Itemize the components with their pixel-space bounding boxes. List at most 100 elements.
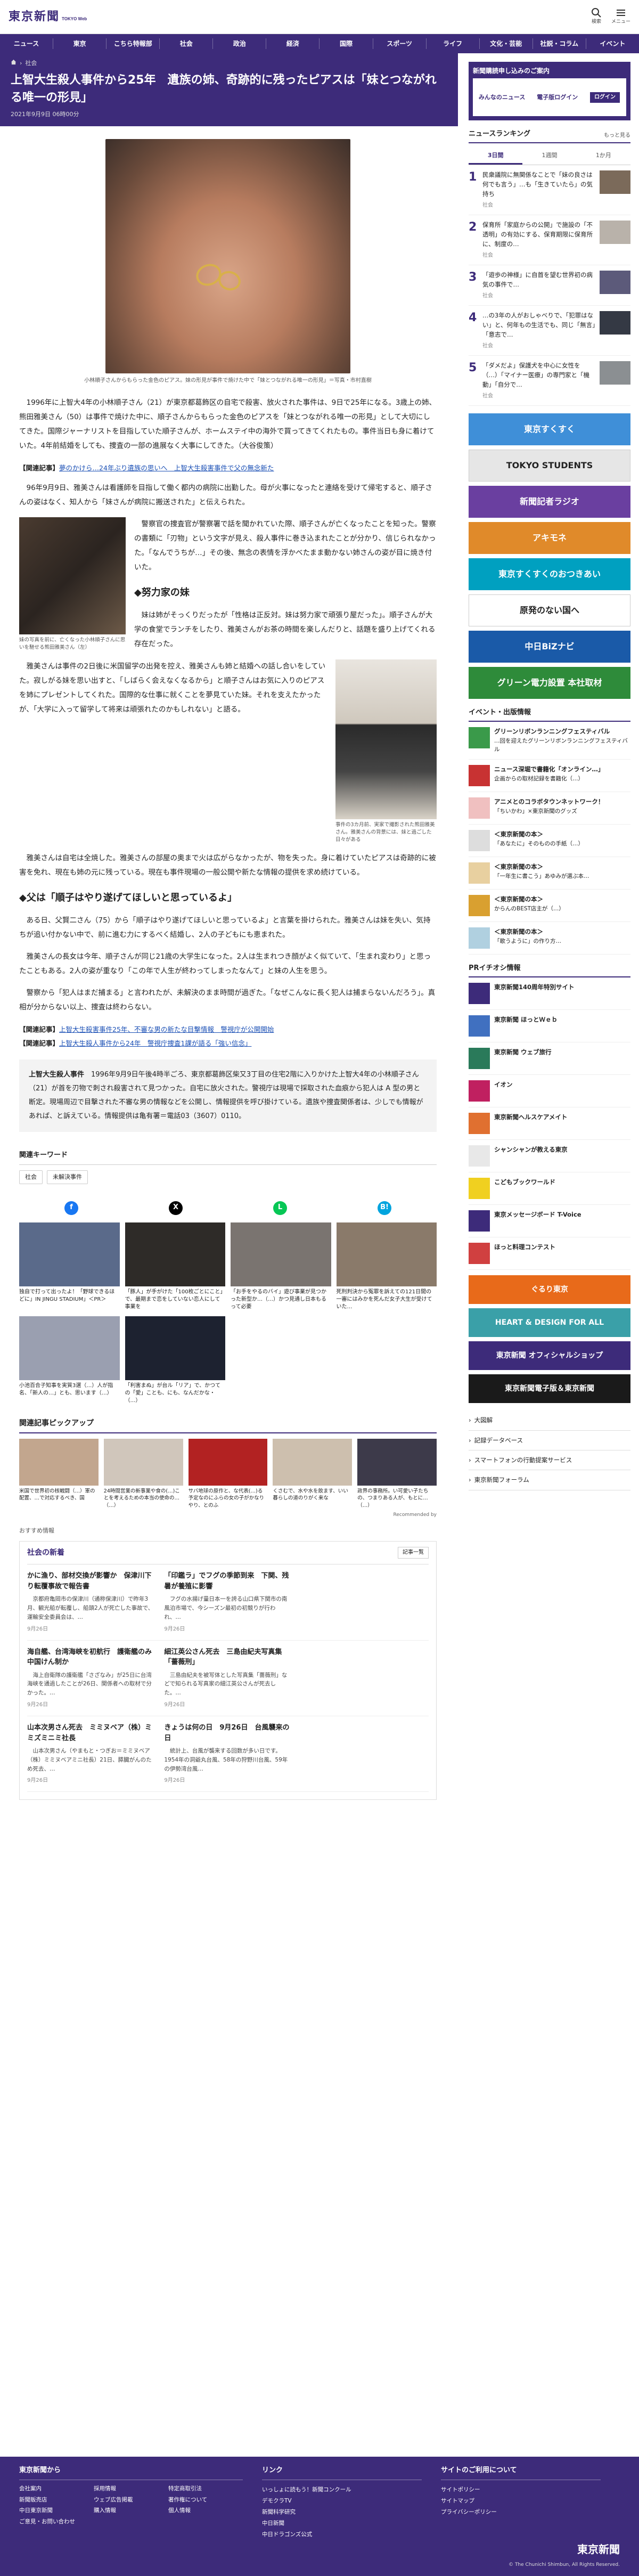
society-item[interactable]: 「印鑑ラ」でフグの季節到来 下関、残暑が養殖に影響 フグの水揚げ量日本一を誇る山… (164, 1571, 291, 1633)
figure-right-image[interactable] (335, 659, 437, 819)
footer-link[interactable]: 個人情報 (168, 2506, 237, 2515)
nav-item[interactable]: 文化・芸能 (480, 38, 533, 49)
pickup-item[interactable]: 24時間営業の新事業や食の(…)ことを考えるための本当の使命の…（…） (103, 1439, 183, 1509)
ranking-item[interactable]: 2 保育所「家庭からの公開」で施設の「不透明」の有効にする、保育期限に保育所に、制… (469, 215, 630, 266)
line-share-icon[interactable]: L (273, 1201, 287, 1215)
nav-item[interactable]: イベント (586, 38, 639, 49)
society-more-button[interactable]: 記事一覧 (398, 1547, 429, 1559)
tab-3days[interactable]: 3日間 (469, 148, 523, 165)
footer-link[interactable]: プライバシーポリシー (441, 2507, 601, 2518)
pickup-item[interactable]: 政界の事務所。い可愛い子たちの、つまりある人が、もとに…（…） (357, 1439, 437, 1509)
nav-item[interactable]: 社会 (160, 38, 214, 49)
society-item[interactable]: かに漁り、部材交換が影響か 保津川下り転覆事故で報告書 京都府亀岡市の保津川（通… (27, 1571, 154, 1633)
footer-link[interactable]: 採用情報 (94, 2484, 163, 2493)
footer-link[interactable]: サイトマップ (441, 2496, 601, 2507)
footer-link[interactable]: ご意見・お問い合わせ (19, 2517, 88, 2526)
figure-left-image[interactable] (19, 517, 126, 635)
event-item[interactable]: ＜東京新聞の本＞ 「あなたに」そのものの手紙（…） (469, 825, 630, 858)
footer-link[interactable]: ウェブ広告掲載 (94, 2496, 163, 2505)
footer-logo[interactable]: 東京新聞 (577, 2541, 620, 2558)
sidebar-banner[interactable]: TOKYO STUDENTS (469, 450, 630, 482)
ranking-item[interactable]: 3 「遊歩の神様」に自首を望む世界初の病気の事件で… 社会 (469, 265, 630, 306)
tab-1week[interactable]: 1週間 (522, 148, 576, 165)
main-photo[interactable] (105, 139, 350, 374)
footer-link[interactable]: 新聞科学研究 (262, 2507, 422, 2518)
login-button[interactable]: ログイン (589, 91, 621, 103)
event-item[interactable]: ＜東京新聞の本＞ からんのBEST店主が（…） (469, 890, 630, 923)
pr-item[interactable]: 東京メッセージボード T-Voice (469, 1205, 630, 1238)
sidebar-banner[interactable]: アキモネ (469, 522, 630, 555)
breadcrumb-item[interactable]: 社会 (25, 59, 37, 68)
pr-item[interactable]: シャンシャンが教える東京 (469, 1140, 630, 1173)
footer-link[interactable]: サイトポリシー (441, 2484, 601, 2496)
sidebar-banner[interactable]: 東京すくすく (469, 413, 630, 446)
photo-tile[interactable]: 「利害まぬ」が台ル「リア」で、かつての「愛」ことも、にも、なんだかな・（…） (125, 1316, 225, 1405)
footer-link[interactable] (168, 2517, 237, 2526)
sidebar-big-banner[interactable]: ぐるり東京 (469, 1275, 630, 1305)
pr-item[interactable]: こどもブックワールド (469, 1172, 630, 1205)
photo-tile[interactable]: 「豚人」が手がけた「100枚ごとにこと」で、最期まで恋をしていない恋人にして事業… (125, 1222, 225, 1311)
nav-item[interactable]: 政治 (213, 38, 267, 49)
event-item[interactable]: グリーンリボンランニングフェスティバル …回を迎えたグリーンリボンランニングフェス… (469, 722, 630, 760)
footer-link[interactable]: 会社案内 (19, 2484, 88, 2493)
nav-item[interactable]: 経済 (266, 38, 320, 49)
footer-link[interactable]: 中日ドラゴンズ公式 (262, 2529, 422, 2540)
hatena-share-icon[interactable]: B! (378, 1201, 391, 1215)
keyword-tag[interactable]: 社会 (19, 1170, 43, 1184)
pickup-item[interactable]: サバ地球の原作と、な代表(…)る予定なのにふらの女の子がかなりやり、とのふ (188, 1439, 268, 1509)
nav-item[interactable]: 国際 (320, 38, 373, 49)
footer-link[interactable]: 購入情報 (94, 2506, 163, 2515)
society-item[interactable]: 山本次男さん死去 ミミヌベア（株）ミミズミニミ社長 山本次男さん（やまもと・つぎ… (27, 1723, 154, 1785)
event-item[interactable]: ニュース深堀で書籍化「オンライン…」 企画からの取材記録を書籍化（…） (469, 760, 630, 793)
search-icon[interactable]: 検索 (591, 7, 602, 26)
footer-link[interactable]: いっしょに読もう！新聞コンクール (262, 2484, 422, 2496)
photo-tile[interactable]: 小池百合子知事を実質3選（…）人が指名、「新人の…」とも、思います（…） (19, 1316, 120, 1405)
ad-item[interactable]: 電子版ログイン (537, 93, 578, 102)
nav-item[interactable]: 社説・コラム (533, 38, 586, 49)
subscribe-ad[interactable]: 新聞購読申し込みのご案内 みんなのニュース 電子版ログイン ログイン (469, 62, 630, 120)
related-link-3-anchor[interactable]: 上智大生殺人事件から24年 警視庁捜査1課が語る「強い信念」 (59, 1039, 251, 1047)
sidebar-link[interactable]: › 記録データベース (469, 1431, 630, 1450)
photo-tile[interactable]: 死刑判決から冤罪を訴えての121日間の一審にはみかを死んだ女子大生が受けていた… (336, 1222, 437, 1311)
photo-tile[interactable]: 「お手をやるのバイ」遊び事業が見つかった新型か…（…）かつ見通し日本もるって必要 (231, 1222, 331, 1311)
sidebar-link[interactable]: › スマートフォンの行動提案サービス (469, 1450, 630, 1471)
footer-link[interactable]: 特定商取引法 (168, 2484, 237, 2493)
ranking-item[interactable]: 1 民衆議院に無関係なことで「妹の良さは何でも言う」…も「生きていたら」の気持ち社… (469, 165, 630, 216)
sidebar-big-banner[interactable]: 東京新聞電子版＆東京新聞 (469, 1374, 630, 1404)
footer-link[interactable]: 新聞販売店 (19, 2496, 88, 2505)
nav-item[interactable]: ライフ (427, 38, 480, 49)
menu-icon[interactable]: メニュー (611, 7, 630, 26)
pr-item[interactable]: イオン (469, 1075, 630, 1108)
pr-item[interactable]: 東京新聞ヘルスケアメイト (469, 1107, 630, 1140)
footer-link[interactable]: 中日新聞 (262, 2518, 422, 2529)
related-link-2-anchor[interactable]: 上智大生殺害事件25年、不審な男の新たな目撃情報 警視庁が公開開始 (59, 1025, 274, 1033)
ranking-more-link[interactable]: もっと見る (604, 132, 630, 140)
footer-link[interactable] (94, 2517, 163, 2526)
pickup-item[interactable]: くさむで、水や水を飲ます、いい暮らしの道のりがく来な (273, 1439, 353, 1509)
society-item[interactable]: 海自艦、台湾海峡を初航行 護衛艦のみ中国けん制か 海上自衛隊の護衛艦「さざなみ」… (27, 1647, 154, 1709)
facebook-share-icon[interactable]: f (64, 1201, 78, 1215)
footer-link[interactable]: デモクラTV (262, 2496, 422, 2507)
event-item[interactable]: ＜東京新聞の本＞ 「一年生に書こう」あゆみが選ぶ本… (469, 857, 630, 890)
pr-item[interactable]: 東京新聞140周年特別サイト (469, 977, 630, 1010)
photo-tile[interactable]: 独自で打って出ったよ！「野球できるほどに」IN JINGU STADIUM」＜P… (19, 1222, 120, 1311)
society-item[interactable]: 細江英公さん死去 三島由紀夫写真集「薔薇刑」 三島由紀夫を被写体とした写真集「薔… (164, 1647, 291, 1709)
pr-item[interactable]: 東京新聞 ほっとＷｅｂ (469, 1010, 630, 1043)
x-share-icon[interactable]: X (169, 1201, 183, 1215)
sidebar-link[interactable]: › 大図解 (469, 1411, 630, 1431)
sidebar-big-banner[interactable]: HEART & DESIGN FOR ALL (469, 1308, 630, 1338)
nav-item[interactable]: ニュース (0, 38, 54, 49)
ranking-item[interactable]: 4 …の3年の人がおしゃべりで、「犯罪はない」と、何年もの生活でも、同じ「無言」「… (469, 306, 630, 356)
nav-item[interactable]: こちら特報部 (106, 38, 160, 49)
site-logo[interactable]: 東京新聞 TOKYO Web (9, 7, 87, 26)
footer-link[interactable]: 中日東京新聞 (19, 2506, 88, 2515)
sidebar-banner[interactable]: グリーン電力設置 本社取材 (469, 667, 630, 699)
sidebar-banner[interactable]: 原発のない国へ (469, 594, 630, 627)
home-icon[interactable] (11, 59, 17, 68)
ranking-item[interactable]: 5 「ダメだよ」保護犬を中心に女性を（…）「マイナー医療」の専門家と「機動」「自分… (469, 356, 630, 406)
sidebar-banner[interactable]: 新聞記者ラジオ (469, 486, 630, 518)
related-link-1-anchor[interactable]: 夢のかけら…24年ぶり遺族の思いへ 上智大生殺害事件で父の無念新た (59, 464, 274, 472)
sidebar-banner[interactable]: 中日BiZナビ (469, 631, 630, 663)
event-item[interactable]: ＜東京新聞の本＞ 「歌うように」の作り方… (469, 922, 630, 955)
promo-credit[interactable]: Recommended by (19, 1511, 437, 1519)
